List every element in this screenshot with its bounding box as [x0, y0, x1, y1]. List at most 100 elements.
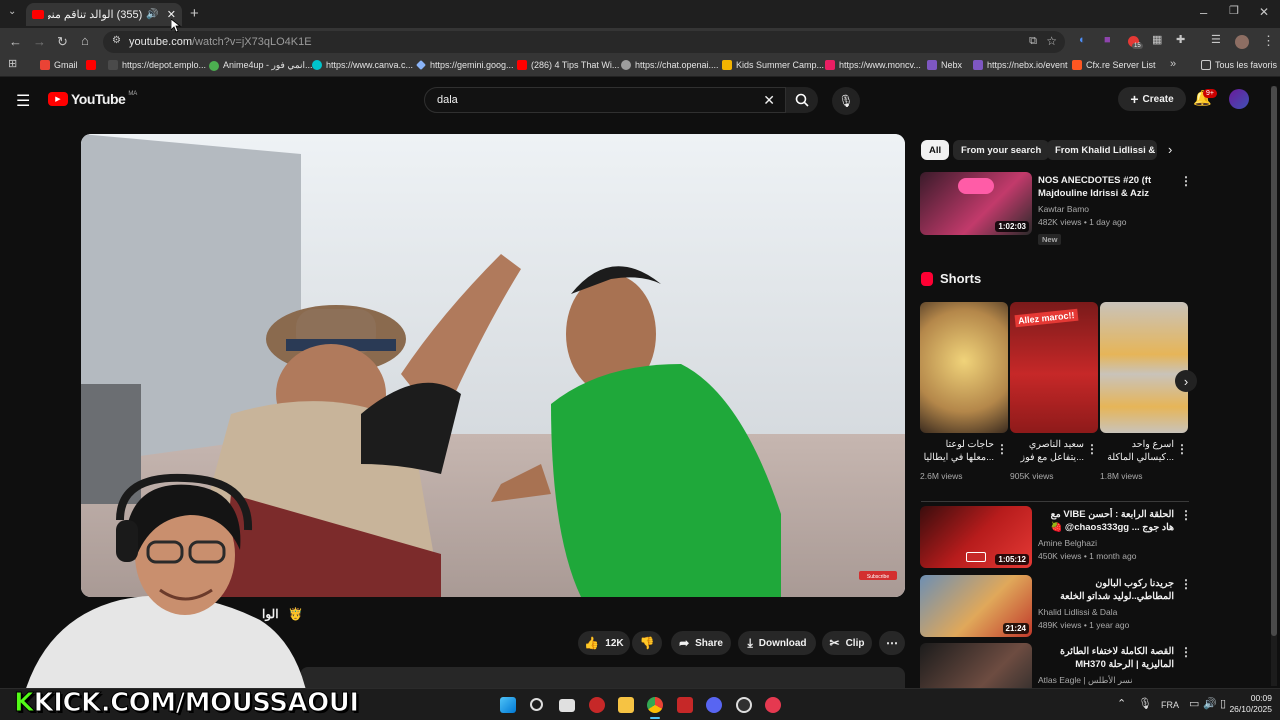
thumb-logo [958, 178, 994, 194]
filter-chip-from-channel[interactable]: From Khalid Lidlissi & D [1047, 140, 1157, 160]
chips-next-icon[interactable]: › [1168, 142, 1172, 157]
apps-grid-icon[interactable]: ⊞ [8, 59, 17, 70]
tray-chevron-icon[interactable]: ⌃ [1117, 697, 1126, 710]
more-options-icon[interactable]: ⋮ [1086, 442, 1098, 456]
profile-avatar[interactable] [1235, 35, 1249, 49]
menu-hamburger-icon[interactable]: ☰ [16, 91, 30, 111]
short-item-3[interactable]: اسرع واحد ...كيسالي الماكلة 1.8M views ⋮ [1100, 302, 1188, 487]
network-icon[interactable]: ▭ [1189, 697, 1199, 710]
share-button[interactable]: ➦ Share [671, 631, 731, 655]
more-options-icon[interactable]: ⋮ [1180, 508, 1192, 522]
app-red-square-icon[interactable] [677, 697, 693, 713]
extension-blue-icon[interactable]: ◐ [1079, 35, 1086, 46]
bookmark-anime4up[interactable]: Anime4up - انمي فور... [209, 60, 313, 71]
more-options-icon[interactable]: ⋮ [1176, 442, 1188, 456]
download-button[interactable]: ⤓ Download [738, 631, 816, 655]
search-button[interactable] [786, 87, 818, 113]
page-scrollbar[interactable] [1271, 86, 1277, 686]
bookmark-canva[interactable]: https://www.canva.c... [312, 60, 413, 70]
bookmark-depot[interactable]: https://depot.emplo... [108, 60, 206, 70]
bookmark-cfx[interactable]: Cfx.re Server List [1072, 60, 1156, 70]
all-bookmarks-folder[interactable]: Tous les favoris [1201, 60, 1277, 70]
kick-channel-overlay: KKICK.COM/MOUSSAOUI [14, 688, 360, 719]
extension-purple-icon[interactable]: ■ [1104, 35, 1111, 46]
clock[interactable]: 00:09 26/10/2025 [1226, 693, 1272, 715]
short-item-2[interactable]: Allez maroc!! سعيد الناصري ...يتفاعل مع … [1010, 302, 1098, 487]
file-explorer-icon[interactable] [618, 697, 634, 713]
task-view-icon[interactable] [559, 699, 575, 712]
filter-chip-all[interactable]: All [921, 140, 950, 160]
shorts-heading: Shorts [940, 271, 982, 286]
more-options-icon[interactable]: ⋮ [1180, 645, 1190, 659]
kick-url: KICK.COM/MOUSSAOUI [33, 688, 359, 719]
obs-icon[interactable] [736, 697, 752, 713]
more-options-icon[interactable]: ⋮ [1180, 174, 1192, 188]
clear-search-icon[interactable]: ✕ [763, 92, 775, 109]
more-options-icon[interactable]: ⋮ [1180, 577, 1192, 591]
download-label: Download [758, 637, 807, 649]
new-tab-icon[interactable]: + [190, 6, 199, 21]
extension-grid-icon[interactable]: ▦ [1152, 35, 1162, 46]
recommended-video-top[interactable]: 1:02:03 NOS ANECDOTES #20 (ft Majdouline… [920, 172, 1192, 245]
bookmark-youtube[interactable] [86, 60, 96, 70]
more-options-icon[interactable]: ⋮ [996, 442, 1008, 456]
bookmark-kids-camp[interactable]: Kids Summer Camp... [722, 60, 824, 70]
youtube-logo[interactable]: ▶ YouTube MA [48, 91, 137, 107]
app-pink-icon[interactable] [765, 697, 781, 713]
recommended-video-2[interactable]: 21:24 جريدنا ركوب البالون المطاطي..لوليد… [920, 575, 1192, 639]
shorts-next-icon[interactable]: › [1175, 370, 1197, 392]
bookmark-gmail[interactable]: Gmail [40, 60, 78, 70]
audio-icon[interactable]: 🔊 [146, 9, 158, 20]
restore-icon[interactable]: ❐ [1229, 6, 1239, 17]
more-bookmarks-icon[interactable]: » [1170, 59, 1176, 70]
site-info-icon[interactable]: ⚙ [112, 35, 121, 46]
tab-search-icon[interactable]: ⌄ [8, 7, 16, 17]
filter-chip-from-search[interactable]: From your search [953, 140, 1050, 160]
forward-icon[interactable]: → [33, 35, 46, 48]
video-thumbnail: 1:05:12 [920, 506, 1032, 568]
bookmark-chatgpt[interactable]: https://chat.openai.... [621, 60, 719, 70]
recommended-video-1[interactable]: 1:05:12 الحلقة الرابعة : أحسن VIBE مع ها… [920, 506, 1192, 570]
discord-icon[interactable] [706, 697, 722, 713]
windows-start-icon[interactable] [500, 697, 516, 713]
bookmark-tips-video[interactable]: (286) 4 Tips That Wi... [517, 60, 619, 70]
thumbs-up-icon: 👍 [584, 636, 600, 650]
bookmark-nebx[interactable]: Nebx [927, 60, 962, 70]
search-icon[interactable] [530, 698, 543, 711]
clip-button[interactable]: ✂ Clip [822, 631, 872, 655]
create-button[interactable]: + Create [1118, 87, 1186, 111]
close-window-icon[interactable]: ✕ [1259, 6, 1269, 18]
voice-search-button[interactable]: 🎙 [832, 87, 860, 115]
language-indicator[interactable]: FRA [1161, 700, 1179, 710]
reading-list-icon[interactable]: ☰ [1211, 35, 1221, 46]
bookmark-moncv[interactable]: https://www.moncv... [825, 60, 921, 70]
bookmark-star-icon[interactable]: ☆ [1046, 34, 1057, 48]
dislike-button[interactable]: 👎 [632, 631, 662, 655]
browser-menu-icon[interactable]: ⋮ [1262, 34, 1275, 47]
bookmark-nebx-event[interactable]: https://nebx.io/event [973, 60, 1068, 70]
app-red-icon[interactable] [589, 697, 605, 713]
scrollbar-thumb[interactable] [1271, 86, 1277, 636]
extensions-puzzle-icon[interactable]: ✚ [1176, 35, 1185, 46]
moncv-icon [825, 60, 835, 70]
chrome-icon[interactable] [647, 697, 663, 713]
search-input[interactable]: dala ✕ [424, 87, 786, 113]
reload-icon[interactable]: ↻ [57, 35, 68, 48]
like-button[interactable]: 👍 12K [578, 631, 630, 655]
address-bar[interactable]: ⚙ youtube.com/watch?v=jX73qLO4K1E ⧉ ☆ [103, 31, 1065, 53]
clock-time: 00:09 [1250, 693, 1272, 703]
short-item-1[interactable]: حاجات لوعتا ...معلها في ايطاليا 2.6M vie… [920, 302, 1008, 487]
like-count: 12K [605, 637, 624, 649]
back-icon[interactable]: ← [9, 35, 22, 48]
account-avatar[interactable] [1229, 89, 1249, 109]
bookmark-gemini[interactable]: https://gemini.goog... [416, 60, 514, 70]
recommended-video-3[interactable]: القصة الكاملة لاختفاء الطائرة الماليزية … [920, 643, 1190, 688]
install-app-icon[interactable]: ⧉ [1029, 35, 1037, 48]
microphone-tray-icon[interactable]: 🎙 [1138, 697, 1152, 710]
active-tab[interactable]: (355) الوالد تناقم مني 🔊 ✕ [26, 3, 182, 26]
volume-icon[interactable]: 🔊 [1203, 697, 1217, 710]
more-actions-button[interactable]: ⋯ [879, 631, 905, 655]
home-icon[interactable]: ⌂ [81, 34, 89, 47]
minimize-icon[interactable]: – [1200, 6, 1207, 19]
description-box[interactable] [300, 667, 905, 688]
